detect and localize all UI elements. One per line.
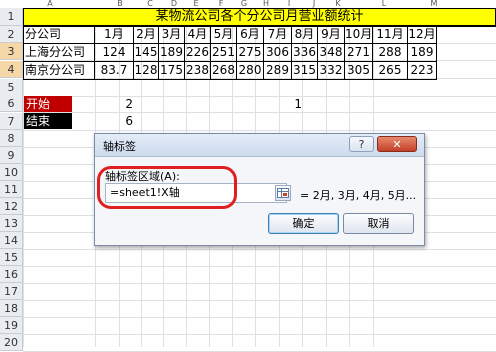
month-header-cell[interactable]: 10月 [345, 26, 373, 44]
column-header[interactable]: G [236, 0, 252, 8]
month-header-cell[interactable]: 12月 [408, 26, 437, 44]
row-header[interactable]: 8 [0, 130, 23, 147]
dialog-titlebar[interactable]: 轴标签 ? ✕ [95, 134, 424, 157]
value-cell[interactable]: 280 [237, 62, 264, 80]
ok-button[interactable]: 确定 [268, 213, 339, 234]
month-header-cell[interactable]: 7月 [264, 26, 292, 44]
column-header[interactable]: J [306, 0, 322, 8]
value-cell[interactable]: 226 [185, 44, 211, 62]
gridline [23, 283, 496, 284]
value-cell[interactable]: 175 [159, 62, 185, 80]
table-title[interactable]: 某物流公司各个分公司月营业额统计 [23, 8, 496, 26]
month-header-cell[interactable]: 11月 [373, 26, 408, 44]
row-header[interactable]: 17 [0, 283, 23, 300]
end-value-cell[interactable]: 6 [95, 113, 135, 129]
value-cell[interactable]: 128 [134, 62, 159, 80]
row-header[interactable]: 19 [0, 317, 23, 334]
start-value-cell[interactable]: 2 [95, 96, 135, 112]
value-cell[interactable]: 145 [134, 44, 159, 62]
axis-labels-dialog: 轴标签 ? ✕ 轴标签区域(A): =sheet1!X轴 = 2月, 3月, 4… [94, 133, 425, 246]
row-header[interactable]: 12 [0, 198, 23, 215]
column-header[interactable]: M [426, 0, 442, 8]
value-cell[interactable]: 238 [185, 62, 211, 80]
row-header[interactable]: 4 [0, 61, 23, 78]
value-cell[interactable]: 315 [292, 62, 318, 80]
column-header[interactable]: E [188, 0, 204, 8]
collapse-dialog-icon [277, 188, 289, 198]
column-header[interactable]: L [376, 0, 392, 8]
value-cell[interactable]: 288 [373, 44, 408, 62]
row-header[interactable]: 3 [0, 43, 23, 60]
value-cell[interactable]: 348 [318, 44, 345, 62]
range-picker-button[interactable] [275, 185, 291, 201]
gridline [23, 266, 496, 267]
gridline [23, 130, 496, 131]
gridline [23, 249, 496, 250]
row-header[interactable]: 13 [0, 215, 23, 232]
value-cell[interactable]: 189 [159, 44, 185, 62]
start-label-cell[interactable]: 开始 [24, 96, 72, 112]
column-header[interactable]: D [166, 0, 182, 8]
column-header[interactable]: A [42, 0, 58, 8]
value-cell[interactable]: 275 [237, 44, 264, 62]
row-header[interactable]: 2 [0, 26, 23, 43]
header-cell[interactable]: 分公司 [23, 26, 95, 44]
value-cell[interactable]: 189 [408, 44, 437, 62]
close-button[interactable]: ✕ [377, 136, 417, 152]
row-header[interactable]: 18 [0, 300, 23, 317]
column-header[interactable]: H [258, 0, 274, 8]
row-header[interactable]: 1 [0, 8, 23, 26]
value-cell[interactable]: 305 [345, 62, 373, 80]
h6-value-cell[interactable]: 1 [280, 96, 304, 112]
end-label-cell[interactable]: 结束 [24, 113, 72, 129]
dialog-title: 轴标签 [103, 140, 136, 153]
row-header[interactable]: 20 [0, 334, 23, 351]
value-cell[interactable]: 332 [318, 62, 345, 80]
column-header[interactable]: I [281, 0, 297, 8]
range-preview: = 2月, 3月, 4月, 5月... [300, 189, 417, 202]
help-button[interactable]: ? [349, 136, 374, 152]
value-cell[interactable]: 306 [264, 44, 292, 62]
gridline [23, 334, 496, 335]
range-label: 轴标签区域(A): [105, 170, 180, 183]
row-header[interactable]: 16 [0, 266, 23, 283]
value-cell[interactable]: 271 [345, 44, 373, 62]
month-header-cell[interactable]: 1月 [95, 26, 134, 44]
row-header[interactable]: 11 [0, 181, 23, 198]
row-header[interactable]: 9 [0, 147, 23, 164]
month-header-cell[interactable]: 8月 [292, 26, 318, 44]
row-header[interactable]: 14 [0, 232, 23, 249]
branch-label-cell[interactable]: 南京分公司 [23, 62, 95, 80]
month-header-cell[interactable]: 3月 [159, 26, 185, 44]
month-header-cell[interactable]: 5月 [211, 26, 237, 44]
row-header[interactable]: 5 [0, 79, 23, 96]
gridline [23, 300, 496, 301]
value-cell[interactable]: 265 [373, 62, 408, 80]
column-header[interactable]: B [112, 0, 128, 8]
value-cell[interactable]: 268 [211, 62, 237, 80]
row-header[interactable]: 10 [0, 164, 23, 181]
row-header[interactable]: 6 [0, 95, 23, 112]
column-header[interactable]: F [213, 0, 229, 8]
gridline [23, 317, 496, 318]
cancel-button[interactable]: 取消 [343, 213, 414, 234]
branch-label-cell[interactable]: 上海分公司 [23, 44, 95, 62]
value-cell[interactable]: 336 [292, 44, 318, 62]
value-cell[interactable]: 223 [408, 62, 437, 80]
range-input[interactable]: =sheet1!X轴 [105, 183, 287, 203]
gridline [23, 96, 496, 97]
month-header-cell[interactable]: 6月 [237, 26, 264, 44]
month-header-cell[interactable]: 9月 [318, 26, 345, 44]
column-header[interactable]: C [142, 0, 158, 8]
value-cell[interactable]: 83.7 [95, 62, 134, 80]
value-cell[interactable]: 289 [264, 62, 292, 80]
value-cell[interactable]: 251 [211, 44, 237, 62]
value-cell[interactable]: 124 [95, 44, 134, 62]
month-header-cell[interactable]: 2月 [134, 26, 159, 44]
column-header[interactable]: K [330, 0, 346, 8]
row-header[interactable]: 15 [0, 249, 23, 266]
month-header-cell[interactable]: 4月 [185, 26, 211, 44]
gridline [23, 112, 496, 113]
row-header[interactable]: 7 [0, 113, 23, 130]
